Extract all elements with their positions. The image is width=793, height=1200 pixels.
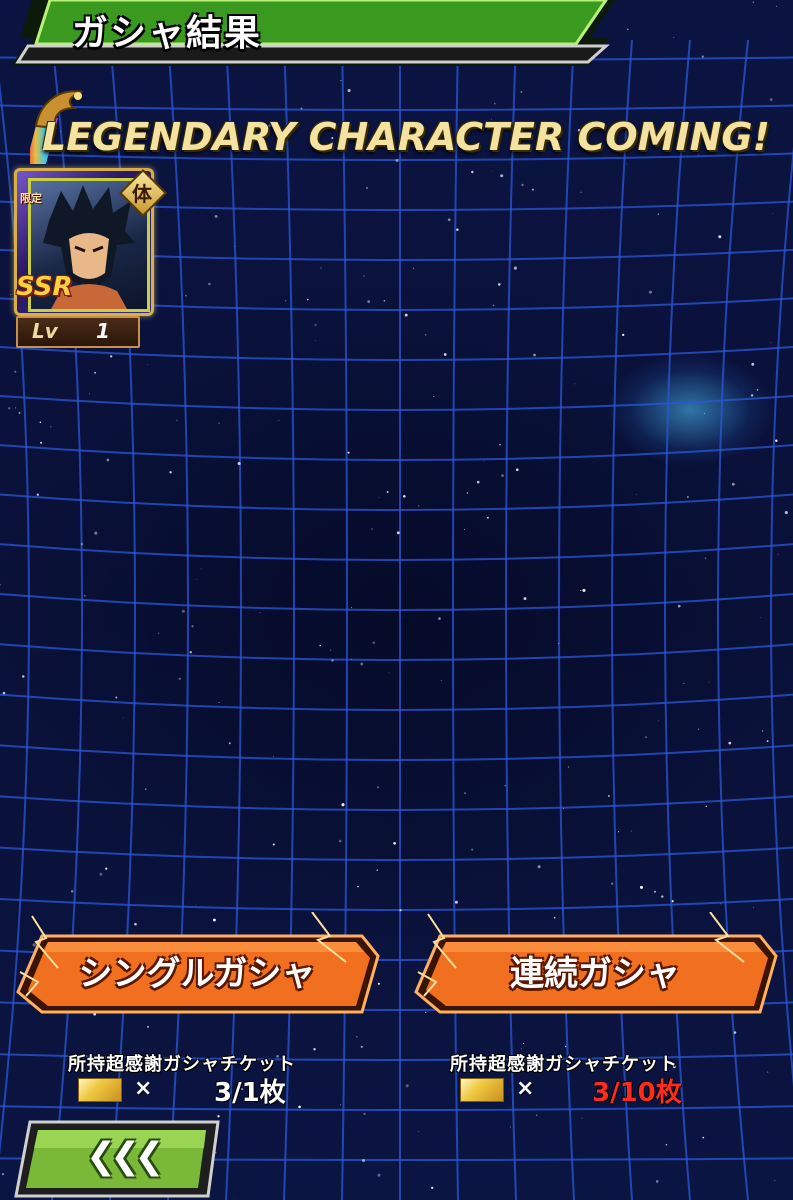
rarity-label: SSR <box>16 272 73 302</box>
multi-ticket-count: 3/10枚 <box>592 1078 682 1108</box>
level-label: Lv <box>32 319 58 343</box>
multi-gacha-label: 連続ガシャ <box>510 954 680 994</box>
multi-times-symbol: × <box>516 1076 535 1101</box>
ticket-icon <box>460 1078 504 1102</box>
ticket-icon <box>78 1078 122 1102</box>
back-arrows-icon: ❮❮❮ <box>86 1136 164 1177</box>
character-card[interactable]: 限定 体 SSR Lv 1 <box>14 168 168 348</box>
level-value: 1 <box>96 319 110 343</box>
single-ticket-count: 3/1枚 <box>214 1078 286 1108</box>
single-times-symbol: × <box>134 1076 153 1101</box>
page-title: ガシャ結果 <box>72 13 263 54</box>
multi-gacha-button[interactable]: 連続ガシャ <box>410 911 780 1022</box>
level-box: Lv 1 <box>16 316 140 348</box>
limited-badge: 限定 <box>20 192 42 205</box>
type-label: 体 <box>132 182 152 206</box>
single-gacha-label: シングルガシャ <box>78 954 316 994</box>
single-gacha-button[interactable]: シングルガシャ <box>12 911 382 1022</box>
legendary-banner: LEGENDARY CHARACTER COMING! <box>42 115 770 159</box>
